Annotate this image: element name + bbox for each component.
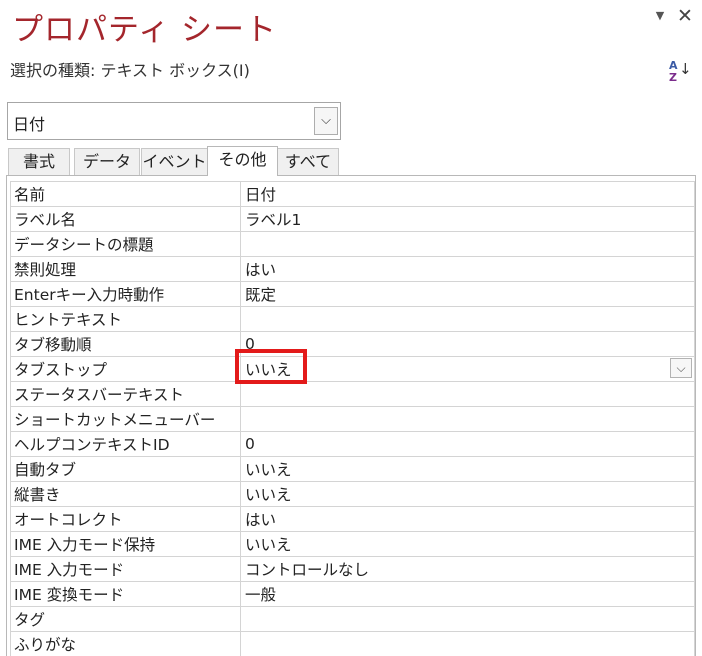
chevron-down-icon[interactable]: ▼	[651, 6, 669, 26]
property-name: 禁則処理	[10, 256, 241, 282]
property-value[interactable]: 日付	[240, 181, 695, 207]
sort-arrow-icon: ↓	[679, 60, 692, 78]
sort-z-letter: Z	[669, 71, 677, 84]
property-value-text: 一般	[245, 586, 277, 604]
property-value-text: いいえ	[245, 486, 292, 504]
property-row[interactable]: IME 入力モード保持 いいえ	[10, 531, 695, 557]
property-row[interactable]: ステータスバーテキスト	[10, 381, 695, 407]
property-name: 名前	[10, 181, 241, 207]
property-row[interactable]: Enterキー入力時動作 既定	[10, 281, 695, 307]
property-row[interactable]: IME 変換モード 一般	[10, 581, 695, 607]
property-value-text: いいえ	[245, 461, 292, 479]
property-value[interactable]	[240, 231, 695, 257]
property-value-text: 既定	[245, 286, 277, 304]
property-value[interactable]: ラベル1	[240, 206, 695, 232]
property-value[interactable]: はい	[240, 256, 695, 282]
property-name: IME 入力モード	[10, 556, 241, 582]
property-row[interactable]: タブ移動順 0	[10, 331, 695, 357]
property-name: データシートの標題	[10, 231, 241, 257]
property-value-text: はい	[245, 511, 277, 529]
tab-format[interactable]: 書式	[8, 148, 70, 175]
tab-other[interactable]: その他	[207, 146, 278, 176]
property-row[interactable]: データシートの標題	[10, 231, 695, 257]
property-value-text: コントロールなし	[245, 561, 370, 579]
object-selector-combo[interactable]: 日付 ⌵	[7, 102, 341, 140]
property-row[interactable]: IME 入力モード コントロールなし	[10, 556, 695, 582]
sort-a-letter: A	[669, 59, 678, 72]
property-value[interactable]: 0	[240, 431, 695, 457]
property-value[interactable]	[240, 381, 695, 407]
property-row[interactable]: オートコレクト はい	[10, 506, 695, 532]
property-name: 自動タブ	[10, 456, 241, 482]
property-name: タブストップ	[10, 356, 241, 382]
property-row[interactable]: ショートカットメニューバー	[10, 406, 695, 432]
property-row[interactable]: 縦書き いいえ	[10, 481, 695, 507]
property-value-text: はい	[245, 261, 277, 279]
property-tabs: 書式 データ イベント その他 すべて	[6, 146, 340, 176]
property-name: ヒントテキスト	[10, 306, 241, 332]
property-row[interactable]: ヒントテキスト	[10, 306, 695, 332]
property-name: ショートカットメニューバー	[10, 406, 241, 432]
property-value[interactable]: 一般	[240, 581, 695, 607]
property-name: ステータスバーテキスト	[10, 381, 241, 407]
property-name: オートコレクト	[10, 506, 241, 532]
property-value[interactable]: コントロールなし	[240, 556, 695, 582]
property-value-text: いいえ	[245, 361, 292, 379]
property-value[interactable]: 0	[240, 331, 695, 357]
property-row[interactable]: ラベル名 ラベル1	[10, 206, 695, 232]
tab-all[interactable]: すべて	[277, 148, 339, 175]
property-value[interactable]: 既定	[240, 281, 695, 307]
property-value[interactable]: いいえ	[240, 456, 695, 482]
property-value[interactable]	[240, 306, 695, 332]
property-name: 縦書き	[10, 481, 241, 507]
property-grid: 名前 日付 ラベル名 ラベル1 データシートの標題 禁則処理 はい Enterキー入力時動作既…	[6, 175, 696, 656]
property-name: IME 入力モード保持	[10, 531, 241, 557]
property-name: ヘルプコンテキストID	[10, 431, 241, 457]
property-value-text: ラベル1	[245, 211, 302, 229]
property-value-text: 日付	[245, 186, 277, 204]
selection-type-label: 選択の種類: テキスト ボックス(I)	[10, 61, 250, 80]
property-name: ふりがな	[10, 631, 241, 656]
property-row[interactable]: タグ	[10, 606, 695, 632]
property-value[interactable]: いいえ	[240, 531, 695, 557]
property-row[interactable]: 自動タブ いいえ	[10, 456, 695, 482]
property-value[interactable]: いいえ	[240, 481, 695, 507]
property-value[interactable]	[240, 631, 695, 656]
property-sheet-pane: プロパティ シート ▼ ✕ 選択の種類: テキスト ボックス(I) A Z ↓ …	[0, 0, 702, 656]
property-row[interactable]: ヘルプコンテキストID 0	[10, 431, 695, 457]
property-row[interactable]: 禁則処理 はい	[10, 256, 695, 282]
property-name: Enterキー入力時動作	[10, 281, 241, 307]
property-value-text: 0	[245, 435, 255, 453]
property-value[interactable]	[240, 606, 695, 632]
property-value[interactable]: はい	[240, 506, 695, 532]
pane-title: プロパティ シート	[12, 12, 277, 48]
property-name: タグ	[10, 606, 241, 632]
chevron-down-icon[interactable]: ⌵	[670, 358, 692, 378]
property-name: IME 変換モード	[10, 581, 241, 607]
property-value[interactable]: いいえ ⌵	[240, 356, 695, 382]
property-row[interactable]: タブストップ いいえ ⌵	[10, 356, 695, 382]
tab-data[interactable]: データ	[74, 148, 140, 175]
property-value-text: いいえ	[245, 536, 292, 554]
property-row[interactable]: 名前 日付	[10, 181, 695, 207]
chevron-down-icon[interactable]: ⌵	[314, 107, 338, 135]
object-selector-value: 日付	[13, 115, 46, 134]
tab-event[interactable]: イベント	[141, 148, 208, 175]
property-row[interactable]: ふりがな	[10, 631, 695, 656]
close-icon[interactable]: ✕	[676, 6, 694, 26]
property-value[interactable]	[240, 406, 695, 432]
sort-az-icon[interactable]: A Z ↓	[668, 59, 692, 86]
property-name: タブ移動順	[10, 331, 241, 357]
property-name: ラベル名	[10, 206, 241, 232]
property-value-text: 0	[245, 335, 255, 353]
property-table: 名前 日付 ラベル名 ラベル1 データシートの標題 禁則処理 はい Enterキー入力時動作既…	[10, 181, 695, 656]
